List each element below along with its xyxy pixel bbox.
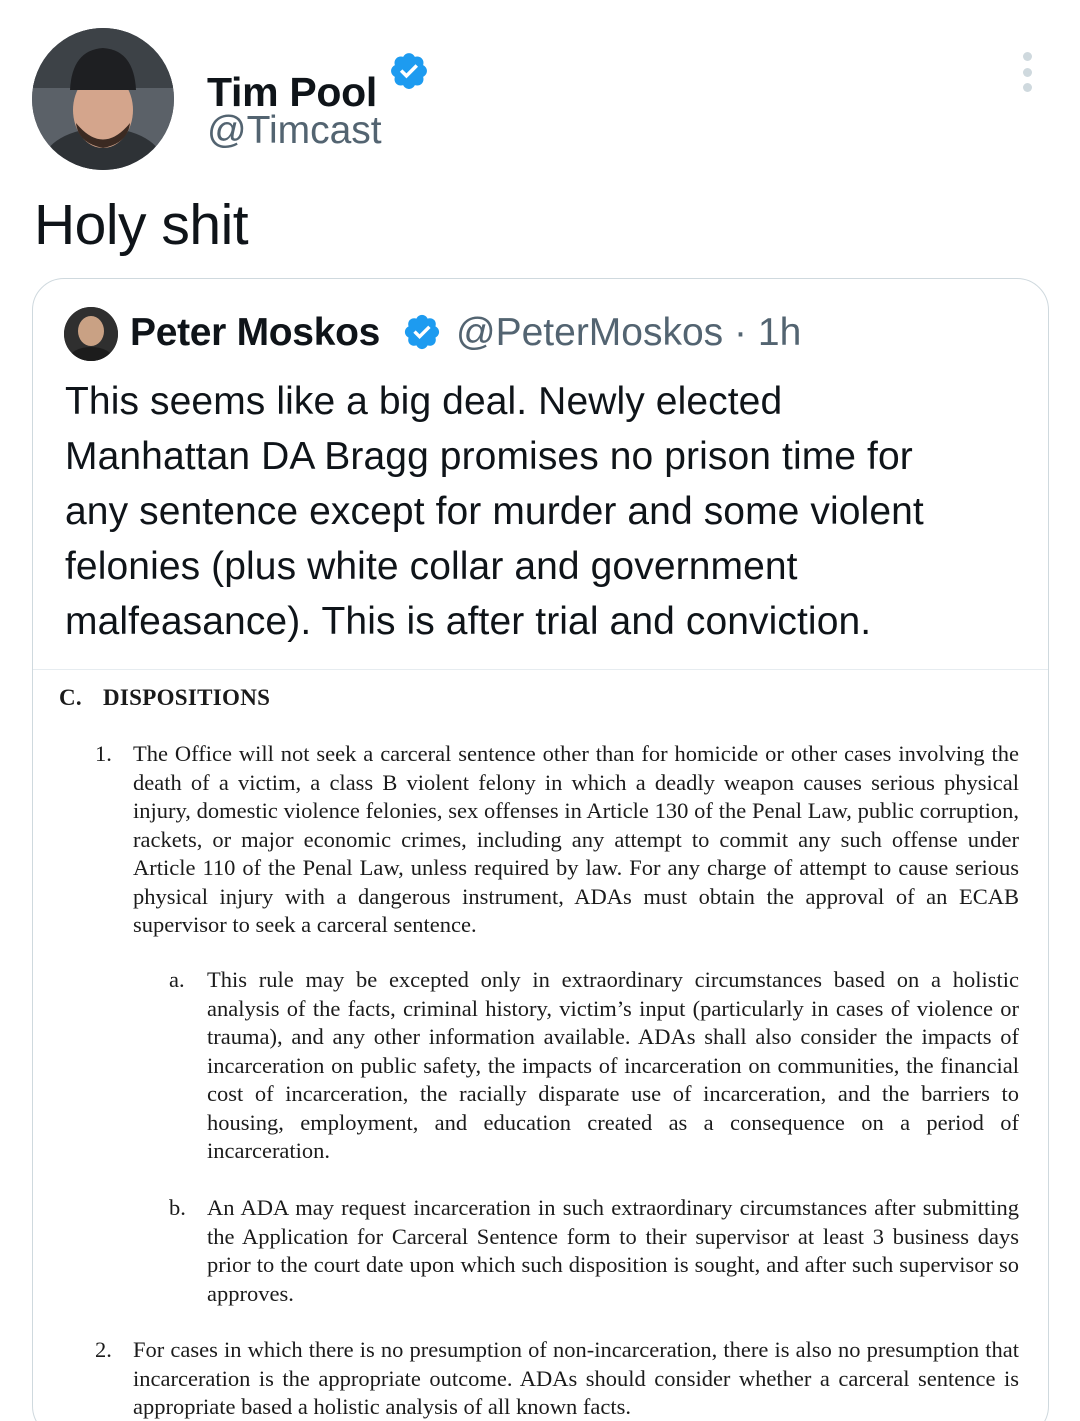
handle[interactable]: @Timcast (207, 111, 382, 150)
dot-icon (1022, 67, 1032, 77)
item-marker: a. (169, 967, 185, 992)
document-item-1: 1. The Office will not seek a carceral s… (95, 740, 1019, 940)
item-marker: b. (169, 1195, 186, 1220)
item-text: The Office will not seek a carceral sent… (133, 741, 1019, 937)
document-item-a: a. This rule may be excepted only in ext… (169, 966, 1019, 1166)
timestamp[interactable]: 1h (758, 311, 801, 354)
tweet-page: Tim Pool @Timcast Holy shit Peter Moskos (0, 0, 1080, 1421)
quoted-meta: @PeterMoskos · 1h (456, 313, 801, 352)
verified-badge-icon (391, 53, 427, 89)
text-line: any sentence except for murder and some … (65, 490, 924, 533)
document-item-2: 2. For cases in which there is no presum… (95, 1336, 1019, 1421)
meta-separator: · (734, 311, 748, 354)
quoted-tweet-card[interactable]: Peter Moskos @PeterMoskos · 1h This seem… (32, 278, 1049, 1421)
document-image[interactable]: C. DISPOSITIONS 1. The Office will not se… (33, 669, 1048, 1421)
dot-icon (1022, 52, 1032, 61)
verified-badge-icon (404, 314, 440, 350)
text-line: malfeasance). This is after trial and co… (65, 600, 872, 643)
quoted-handle[interactable]: @PeterMoskos (456, 311, 723, 354)
quoted-tweet-text: This seems like a big deal. Newly electe… (65, 374, 1015, 649)
section-number: C. (59, 685, 82, 710)
document-item-b: b. An ADA may request incarceration in s… (169, 1194, 1019, 1308)
tweet-text: Holy shit (34, 193, 249, 257)
item-marker: 2. (95, 1337, 112, 1362)
quoted-display-name[interactable]: Peter Moskos (130, 313, 380, 352)
avatar[interactable] (32, 28, 174, 170)
more-options-icon[interactable] (1012, 52, 1042, 92)
text-line: This seems like a big deal. Newly electe… (65, 380, 783, 423)
section-title: DISPOSITIONS (103, 685, 271, 710)
item-text: For cases in which there is no presumpti… (133, 1337, 1019, 1419)
dot-icon (1022, 83, 1032, 92)
quoted-avatar[interactable] (64, 307, 118, 361)
tweet-header: Tim Pool @Timcast (32, 28, 1048, 170)
item-marker: 1. (95, 741, 112, 766)
item-text: This rule may be excepted only in extrao… (207, 967, 1019, 1163)
display-name[interactable]: Tim Pool (207, 72, 377, 113)
document-heading: C. DISPOSITIONS (59, 685, 270, 711)
item-text: An ADA may request incarceration in such… (207, 1195, 1019, 1306)
text-line: Manhattan DA Bragg promises no prison ti… (65, 435, 913, 478)
text-line: felonies (plus white collar and governme… (65, 545, 798, 588)
